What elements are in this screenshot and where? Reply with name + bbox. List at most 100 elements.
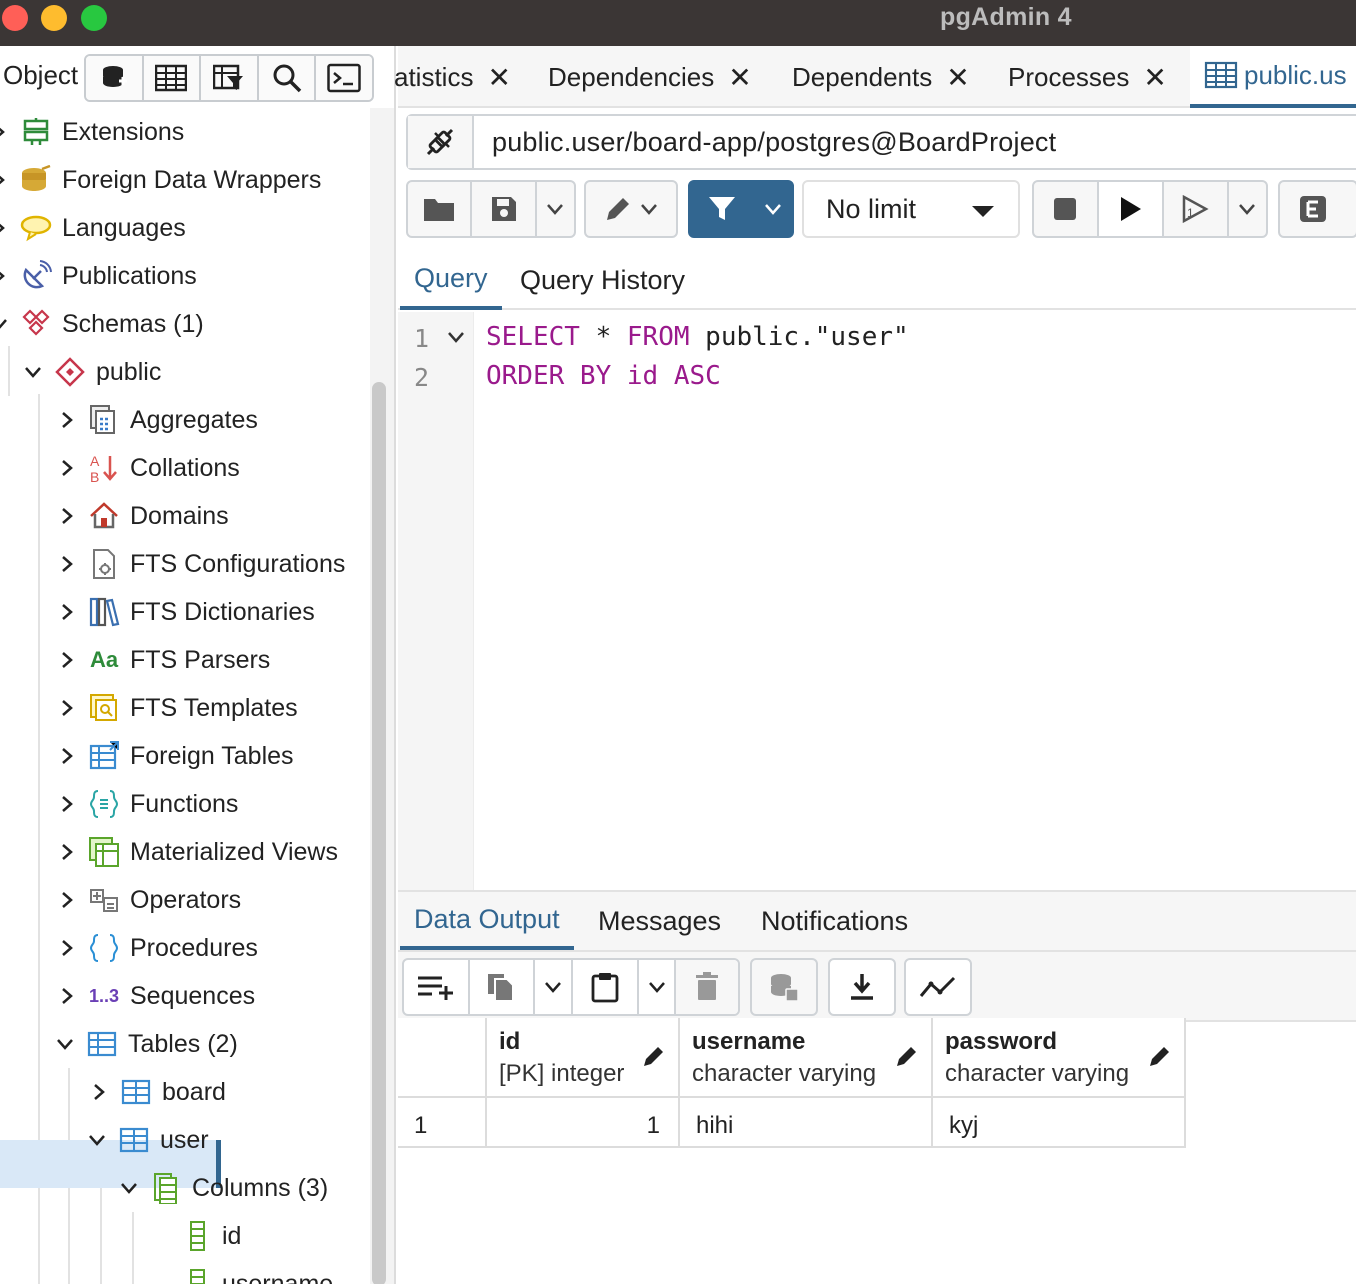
tree-node-columns[interactable]: Columns (3) — [118, 1164, 328, 1212]
filter-button[interactable] — [690, 182, 755, 236]
save-data-changes-button[interactable] — [752, 960, 816, 1014]
chevron-down-icon[interactable] — [118, 1177, 140, 1199]
chevron-right-icon[interactable] — [56, 649, 78, 671]
chevron-right-icon[interactable] — [88, 1081, 110, 1103]
stop-query-button[interactable] — [1034, 182, 1099, 236]
minimize-window-button[interactable] — [41, 5, 67, 31]
tree-node-collations[interactable]: AB Collations — [56, 444, 240, 492]
paste-options-dropdown[interactable] — [639, 960, 677, 1014]
delete-row-button[interactable] — [676, 960, 738, 1014]
tree-node-sequences[interactable]: 1..3 Sequences — [56, 972, 255, 1020]
tree-node-procedures[interactable]: Procedures — [56, 924, 258, 972]
tree-node-aggregates[interactable]: Aggregates — [56, 396, 258, 444]
tab-processes[interactable]: Processes ✕ — [1008, 46, 1167, 108]
tab-messages[interactable]: Messages — [598, 892, 721, 950]
chevron-right-icon[interactable] — [56, 793, 78, 815]
tree-node-extensions[interactable]: Extensions — [0, 108, 184, 156]
psql-tool-button[interactable] — [316, 56, 372, 100]
tree-node-fts-parsers[interactable]: Aa FTS Parsers — [56, 636, 270, 684]
tree-node-column-id[interactable]: id — [182, 1212, 241, 1260]
tab-query-history[interactable]: Query History — [520, 250, 685, 310]
download-results-button[interactable] — [830, 960, 894, 1014]
chevron-down-icon[interactable] — [54, 1033, 76, 1055]
chevron-right-icon[interactable] — [0, 169, 10, 191]
chevron-right-icon[interactable] — [0, 217, 10, 239]
column-header-username[interactable]: username character varying — [680, 1018, 933, 1098]
chevron-right-icon[interactable] — [56, 841, 78, 863]
close-icon[interactable]: ✕ — [728, 61, 751, 94]
tree-node-functions[interactable]: Functions — [56, 780, 238, 828]
close-icon[interactable]: ✕ — [487, 61, 510, 94]
tree-node-foreign-data-wrappers[interactable]: Foreign Data Wrappers — [0, 156, 321, 204]
tree-node-operators[interactable]: Operators — [56, 876, 241, 924]
chevron-right-icon[interactable] — [56, 697, 78, 719]
tree-node-public-schema[interactable]: public — [22, 348, 161, 396]
tree-scrollbar-thumb[interactable] — [372, 382, 386, 1284]
connection-bar[interactable]: public.user/board-app/postgres@BoardProj… — [406, 114, 1356, 170]
filtered-rows-button[interactable] — [201, 56, 259, 100]
chevron-right-icon[interactable] — [0, 265, 10, 287]
tab-dependents[interactable]: Dependents ✕ — [792, 46, 970, 108]
chevron-right-icon[interactable] — [56, 937, 78, 959]
column-header-id[interactable]: id [PK] integer — [487, 1018, 680, 1098]
close-icon[interactable]: ✕ — [1143, 61, 1166, 94]
tree-node-publications[interactable]: Publications — [0, 252, 197, 300]
tree-node-schemas[interactable]: Schemas (1) — [0, 300, 204, 348]
zoom-window-button[interactable] — [81, 5, 107, 31]
row-number-cell[interactable]: 1 — [398, 1098, 487, 1148]
view-data-button[interactable] — [143, 56, 202, 100]
tree-node-materialized-views[interactable]: Materialized Views — [56, 828, 338, 876]
tree-node-fts-dictionaries[interactable]: FTS Dictionaries — [56, 588, 315, 636]
chevron-right-icon[interactable] — [56, 457, 78, 479]
tab-notifications[interactable]: Notifications — [761, 892, 908, 950]
tree-node-table-user[interactable]: user — [86, 1116, 209, 1164]
query-tool-button[interactable] — [86, 56, 144, 100]
explain-button[interactable] — [1280, 182, 1346, 236]
tree-node-fts-templates[interactable]: FTS Templates — [56, 684, 298, 732]
close-icon[interactable]: ✕ — [946, 61, 969, 94]
add-row-button[interactable] — [404, 960, 470, 1014]
save-options-dropdown[interactable] — [537, 182, 574, 236]
sql-editor[interactable]: 1 2 SELECT * FROM public."user" ORDER BY… — [398, 312, 1356, 890]
fold-chevron-down-icon[interactable] — [446, 330, 466, 349]
copy-button[interactable] — [470, 960, 536, 1014]
chevron-down-icon[interactable] — [86, 1129, 108, 1151]
execute-query-button[interactable] — [1098, 182, 1164, 236]
row-limit-select[interactable]: No limit — [802, 180, 1020, 238]
tab-dependencies[interactable]: Dependencies ✕ — [548, 46, 752, 108]
close-window-button[interactable] — [2, 5, 28, 31]
search-objects-button[interactable] — [258, 56, 317, 100]
tab-statistics[interactable]: atistics ✕ — [394, 46, 511, 108]
open-file-button[interactable] — [408, 182, 473, 236]
connection-status-button[interactable] — [408, 116, 474, 168]
tree-node-languages[interactable]: Languages — [0, 204, 186, 252]
table-cell-password[interactable]: kyj — [933, 1098, 1186, 1148]
graph-visualiser-button[interactable] — [906, 960, 970, 1014]
tree-node-foreign-tables[interactable]: Foreign Tables — [56, 732, 294, 780]
chevron-right-icon[interactable] — [56, 985, 78, 1007]
tree-node-table-board[interactable]: board — [88, 1068, 226, 1116]
table-cell-id[interactable]: 1 — [487, 1098, 680, 1148]
tree-node-column-username[interactable]: username — [182, 1260, 333, 1284]
paste-button[interactable] — [573, 960, 639, 1014]
tree-node-fts-configurations[interactable]: FTS Configurations — [56, 540, 345, 588]
tab-data-output[interactable]: Data Output — [400, 892, 574, 950]
table-cell-username[interactable]: hihi — [680, 1098, 933, 1148]
chevron-right-icon[interactable] — [0, 121, 10, 143]
execute-options-dropdown[interactable] — [1229, 182, 1266, 236]
copy-options-dropdown[interactable] — [535, 960, 573, 1014]
chevron-right-icon[interactable] — [56, 745, 78, 767]
execute-script-button[interactable]: 1 — [1164, 182, 1229, 236]
column-header-password[interactable]: password character varying — [933, 1018, 1186, 1098]
chevron-right-icon[interactable] — [56, 553, 78, 575]
chevron-right-icon[interactable] — [56, 409, 78, 431]
chevron-right-icon[interactable] — [56, 889, 78, 911]
save-file-button[interactable] — [472, 182, 537, 236]
tree-node-domains[interactable]: Domains — [56, 492, 229, 540]
tree-node-tables[interactable]: Tables (2) — [54, 1020, 238, 1068]
edit-dropdown-button[interactable] — [586, 182, 676, 236]
chevron-right-icon[interactable] — [56, 505, 78, 527]
chevron-down-icon[interactable] — [0, 313, 10, 335]
tab-query[interactable]: Query — [400, 250, 502, 310]
chevron-right-icon[interactable] — [56, 601, 78, 623]
